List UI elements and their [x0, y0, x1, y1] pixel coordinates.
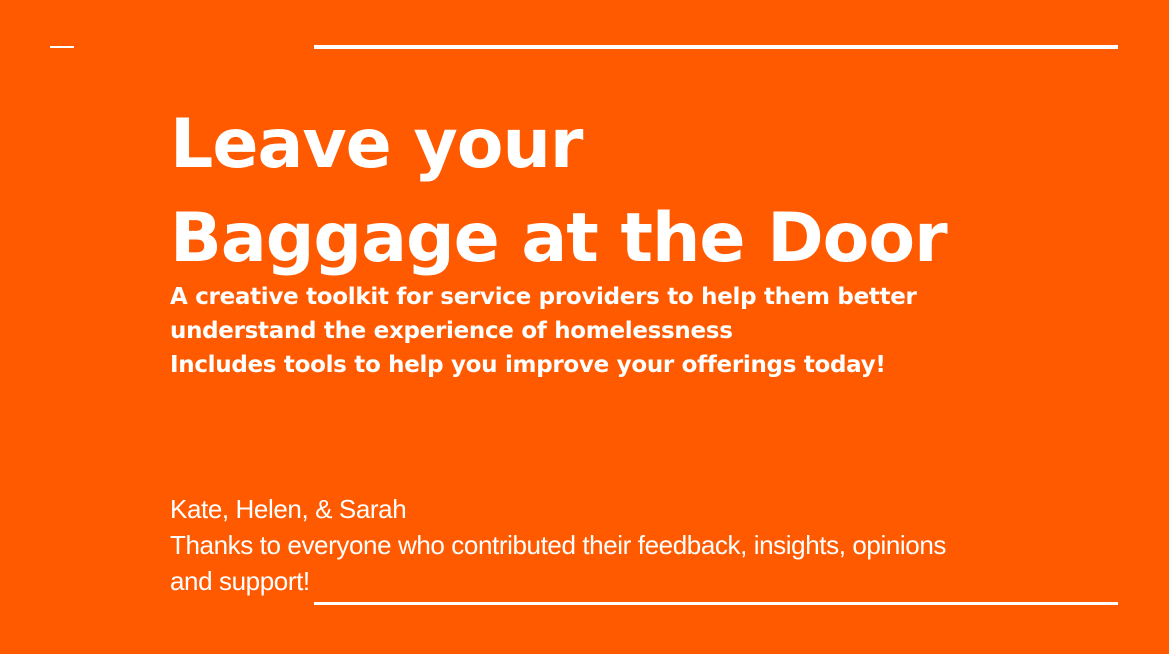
slide-title: Leave your Baggage at the Door: [170, 98, 1070, 286]
subtitle-line-3: Includes tools to help you improve your …: [170, 352, 886, 378]
subtitle-line-2: understand the experience of homelessnes…: [170, 318, 733, 344]
slide: { "slide": { "background_color": "#FF5A0…: [0, 0, 1169, 654]
subtitle-line-1: A creative toolkit for service providers…: [170, 284, 917, 310]
title-line-2: Baggage at the Door: [170, 199, 948, 278]
credits-authors: Kate, Helen, & Sarah: [170, 494, 407, 524]
accent-dash: [50, 46, 74, 48]
title-line-1: Leave your: [170, 105, 583, 184]
bottom-divider-line: [314, 602, 1118, 605]
slide-subtitle: A creative toolkit for service providers…: [170, 280, 1070, 382]
credits-thanks-line-2: and support!: [170, 566, 310, 596]
top-divider-line: [314, 45, 1118, 49]
credits: Kate, Helen, & Sarah Thanks to everyone …: [170, 491, 1090, 599]
credits-thanks-line-1: Thanks to everyone who contributed their…: [170, 530, 946, 560]
